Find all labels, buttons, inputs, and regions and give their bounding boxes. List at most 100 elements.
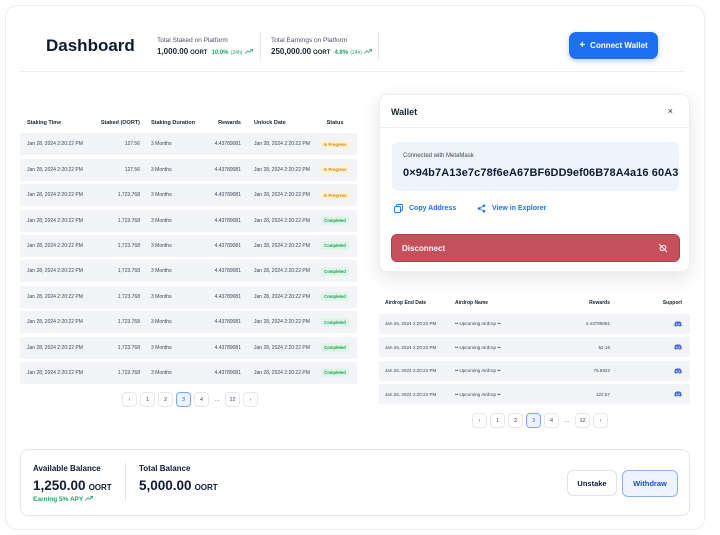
- withdraw-button[interactable]: Withdraw: [622, 470, 678, 497]
- wallet-title: Wallet: [391, 107, 418, 117]
- staking-duration: 3 Months: [151, 141, 172, 148]
- prev-page-button[interactable]: ‹: [472, 413, 487, 428]
- connected-with-label: Connected with MetaMask: [403, 153, 474, 159]
- unstake-button[interactable]: Unstake: [567, 470, 617, 496]
- prev-page-button[interactable]: ‹: [122, 392, 137, 407]
- page-button[interactable]: 3: [526, 413, 541, 428]
- rewards: 4.43789081: [214, 268, 241, 275]
- stat-label: Total Staked on Platform: [157, 37, 228, 44]
- col-staking-time: Staking Time: [27, 120, 62, 126]
- staking-duration: 3 Months: [151, 242, 172, 249]
- table-row: Jan 28, 2024 2:20:22 PM 127.56 3 Months 4.4…: [20, 158, 357, 181]
- status-badge: In Progress: [320, 190, 350, 200]
- status-badge: Completed: [321, 317, 349, 327]
- unlock-date: Jan 28, 2024 2:20:22 PM: [254, 242, 310, 249]
- staking-time: Jan 28, 2024 2:20:22 PM: [27, 293, 83, 300]
- page-title: Dashboard: [46, 36, 135, 55]
- connect-wallet-button[interactable]: + Connect Wallet: [569, 32, 658, 59]
- page-button[interactable]: 4: [544, 413, 559, 428]
- divider: [380, 127, 689, 128]
- staking-duration: 3 Months: [151, 192, 172, 199]
- staked-amount: 1,723.768: [117, 217, 140, 224]
- page-button[interactable]: 2: [508, 413, 523, 428]
- staked-amount: 1,723.768: [117, 293, 140, 300]
- airdrop-name: •• Upcoming Airdrop ••: [455, 344, 501, 350]
- page-button[interactable]: 1: [140, 392, 155, 407]
- page-button[interactable]: 4: [194, 392, 209, 407]
- available-balance-unit: OORT: [88, 483, 112, 492]
- support-cell: [610, 391, 690, 397]
- staking-time: Jan 28, 2024 2:20:22 PM: [27, 217, 83, 224]
- staking-time: Jan 28, 2024 2:20:22 PM: [27, 141, 83, 148]
- status-cell: In Progress: [313, 139, 357, 149]
- staked-amount: 1,723.768: [117, 268, 140, 275]
- staked-amount: 127.56: [124, 166, 140, 173]
- next-page-button[interactable]: ›: [243, 392, 258, 407]
- rewards: 4.43789081: [214, 141, 241, 148]
- status-badge: In Progress: [320, 139, 350, 149]
- staked-amount: 1,723.768: [117, 369, 140, 376]
- support-cell: [610, 367, 690, 374]
- page-button[interactable]: 12: [225, 392, 240, 407]
- discord-icon[interactable]: [674, 367, 682, 374]
- discord-icon[interactable]: [674, 320, 682, 327]
- rewards: 4.43789081: [214, 217, 241, 224]
- next-page-button[interactable]: ›: [593, 413, 608, 428]
- view-explorer-button[interactable]: View in Explorer: [477, 204, 546, 213]
- stat-change: 4.8%: [334, 50, 349, 56]
- rewards: 4.43789081: [214, 166, 241, 173]
- staking-table: Staking Time Staked (OORT) Staking Durat…: [20, 116, 357, 384]
- airdrop-end-date: Jan 26, 2024 2:20:22 PM: [385, 391, 437, 397]
- col-duration: Staking Duration: [151, 120, 196, 126]
- staking-duration: 3 Months: [151, 344, 172, 351]
- status-cell: Completed: [313, 241, 357, 251]
- rewards: 4.43789081: [214, 192, 241, 199]
- discord-icon[interactable]: [674, 391, 682, 397]
- table-row: Jan 26, 2024 2:20:22 PM •• Upcoming Airdr…: [379, 360, 690, 381]
- table-header: Airdrop End Date Airdrop Name Rewards Su…: [379, 296, 690, 310]
- table-row: Jan 28, 2024 2:20:22 PM 1,723.768 3 Months…: [20, 361, 357, 384]
- earning-label: Earning 5% APY: [33, 496, 84, 503]
- page-button[interactable]: 1: [490, 413, 505, 428]
- copy-address-label: Copy Address: [409, 205, 457, 212]
- total-balance-label: Total Balance: [139, 464, 191, 473]
- rewards: 4.43789081: [214, 293, 241, 300]
- copy-address-button[interactable]: Copy Address: [394, 204, 456, 213]
- staking-duration: 3 Months: [151, 166, 172, 173]
- table-row: Jan 26, 2024 2:20:22 PM •• Upcoming Airdr…: [379, 337, 690, 357]
- page-button[interactable]: 12: [575, 413, 590, 428]
- rewards: 122.57: [595, 391, 610, 397]
- unlock-date: Jan 28, 2024 2:20:22 PM: [254, 166, 310, 173]
- staked-amount: 1,723.768: [117, 192, 140, 199]
- status-cell: Completed: [313, 216, 357, 226]
- staking-time: Jan 28, 2024 2:20:22 PM: [27, 242, 83, 249]
- divider: [378, 31, 379, 61]
- divider: [125, 462, 126, 502]
- connect-wallet-label: Connect Wallet: [590, 41, 648, 50]
- airdrop-end-date: Jan 26, 2024 2:20:22 PM: [385, 368, 437, 373]
- staking-duration: 3 Months: [151, 319, 172, 326]
- page-button[interactable]: 2: [158, 392, 173, 407]
- stat-unit: OORT: [190, 50, 208, 56]
- stat-label: Total Earnings on Platform: [271, 37, 348, 44]
- staking-duration: 3 Months: [151, 293, 172, 300]
- page-button[interactable]: 3: [176, 392, 191, 407]
- share-icon: [477, 204, 486, 213]
- table-header: Staking Time Staked (OORT) Staking Durat…: [20, 116, 357, 130]
- disconnect-button[interactable]: Disconnect: [391, 234, 680, 262]
- available-balance-label: Available Balance: [33, 464, 101, 473]
- discord-icon[interactable]: [674, 344, 682, 350]
- airdrop-name: •• Upcoming Airdrop ••: [455, 391, 501, 397]
- status-cell: Completed: [313, 292, 357, 302]
- rewards: 4.43789081: [214, 242, 241, 249]
- stat-value: 250,000.00: [271, 47, 312, 56]
- table-row: Jan 28, 2024 2:20:22 PM 1,723.768 3 Months…: [20, 209, 357, 232]
- close-icon[interactable]: ×: [668, 106, 673, 116]
- status-cell: Completed: [313, 368, 357, 378]
- plus-icon: +: [579, 39, 586, 51]
- col-airdrop-name: Airdrop Name: [455, 300, 489, 306]
- stat-unit: OORT: [313, 50, 331, 56]
- staked-amount: 127.56: [124, 141, 140, 148]
- copy-icon: [394, 204, 403, 213]
- unlock-date: Jan 28, 2024 2:20:22 PM: [254, 141, 310, 148]
